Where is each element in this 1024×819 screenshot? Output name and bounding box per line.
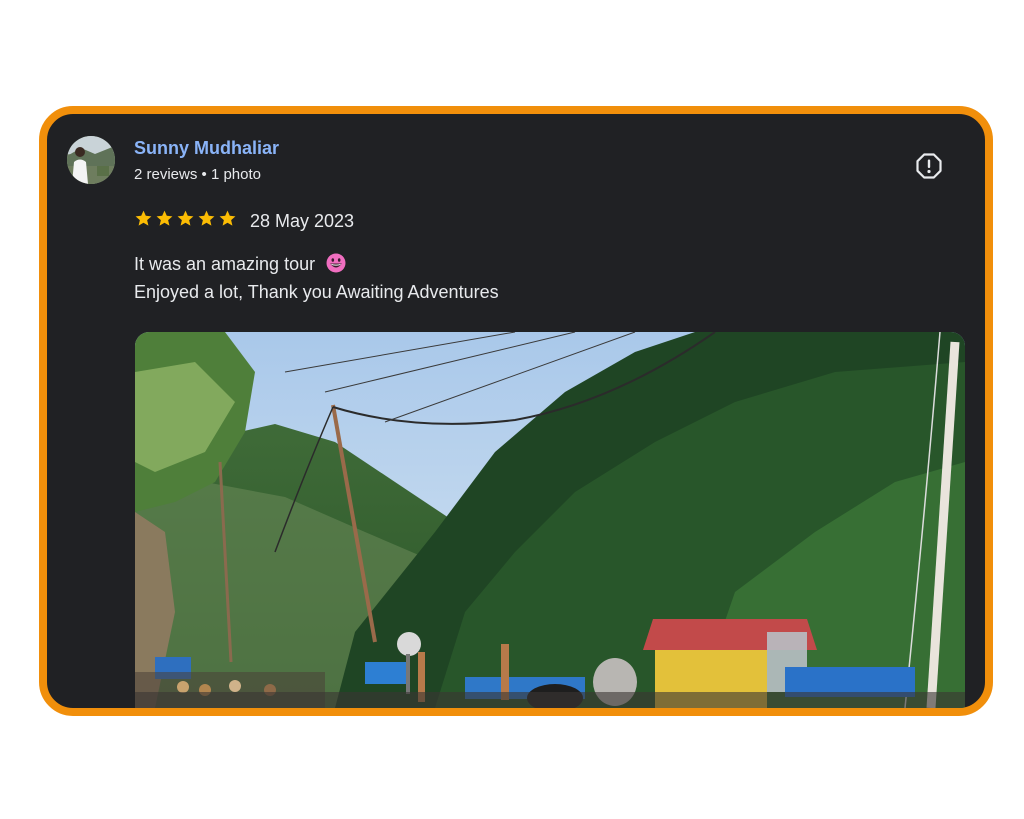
mountain-road-photo xyxy=(135,332,965,708)
star-icon xyxy=(198,210,215,226)
review-text: It was an amazing tour xyxy=(134,254,316,274)
reviewer-name-link[interactable]: Sunny Mudhaliar xyxy=(134,138,279,159)
reviewer-stats: 2 reviews • 1 photo xyxy=(134,166,261,183)
star-icon xyxy=(177,210,194,226)
star-icon xyxy=(135,210,152,226)
review-text-line: It was an amazing tour xyxy=(134,253,346,275)
star-rating xyxy=(134,209,237,228)
grinning-face-emoji xyxy=(326,253,346,273)
review-text-line: Enjoyed a lot, Thank you Awaiting Advent… xyxy=(134,282,499,302)
review-date: 28 May 2023 xyxy=(250,211,355,231)
star-icon xyxy=(219,210,236,226)
reviewer-avatar[interactable] xyxy=(67,136,115,184)
review-photo[interactable] xyxy=(135,332,965,708)
star-icon xyxy=(156,210,173,226)
avatar-photo xyxy=(67,136,115,184)
review-card: Sunny Mudhaliar 2 reviews • 1 photo 28 M… xyxy=(39,106,993,716)
report-flag-icon[interactable] xyxy=(915,152,943,180)
